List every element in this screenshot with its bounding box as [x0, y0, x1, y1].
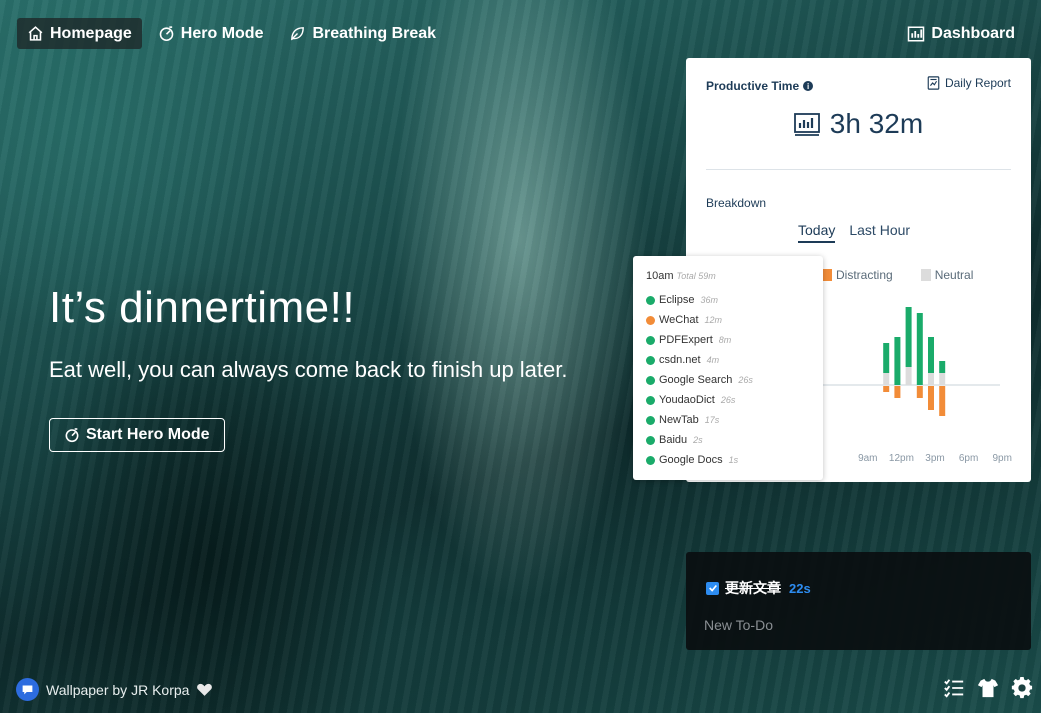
tooltip-row: WeChat 12m [646, 310, 753, 330]
distracting-bar[interactable] [928, 386, 934, 410]
app-duration: 1s [728, 455, 739, 465]
start-hero-mode-label: Start Hero Mode [86, 426, 210, 443]
home-icon [28, 26, 43, 41]
category-dot [646, 455, 655, 465]
heart-icon[interactable] [196, 681, 213, 698]
nav-label: Breathing Break [312, 24, 437, 42]
nav-breathing-break[interactable]: Breathing Break [279, 18, 446, 49]
dashboard-label: Dashboard [931, 24, 1015, 42]
app-duration: 17s [704, 415, 720, 425]
todo-time: 22s [789, 580, 811, 596]
todo-text: 更新文章 [725, 580, 781, 596]
credit-text[interactable]: Wallpaper by JR Korpa [46, 682, 189, 698]
x-tick-label: 6pm [959, 453, 978, 464]
productive-bar[interactable] [894, 337, 901, 385]
theme-shirt-icon[interactable] [977, 677, 999, 699]
tooltip-row: csdn.net 4m [646, 350, 753, 370]
app-duration: 12m [704, 315, 723, 325]
bottom-toolbar [943, 677, 1033, 699]
dashboard-button[interactable]: Dashboard [907, 18, 1015, 49]
neutral-bar[interactable] [928, 373, 934, 385]
distracting-bar[interactable] [939, 386, 946, 416]
app-name: Google Search [659, 374, 733, 386]
category-dot [646, 395, 655, 405]
app-name: NewTab [659, 414, 699, 426]
speech-bubble-icon [22, 685, 33, 695]
productive-bar[interactable] [928, 337, 934, 373]
app-name: Baidu [659, 434, 688, 446]
todo-list-icon[interactable] [943, 677, 965, 699]
nav-label: Homepage [50, 24, 132, 42]
timer-icon [65, 428, 79, 443]
x-tick-label: 9pm [992, 453, 1011, 464]
app-name: Google Docs [659, 454, 723, 466]
app-name: WeChat [659, 314, 699, 326]
app-duration: 2s [693, 435, 703, 445]
tooltip-row: NewTab 17s [646, 410, 753, 430]
chat-icon[interactable] [16, 678, 39, 701]
category-dot [646, 335, 655, 345]
tooltip-row: Google Docs 1s [646, 450, 753, 470]
tooltip-total: Total 59m [676, 271, 716, 281]
tooltip-row: Baidu 2s [646, 430, 753, 450]
check-icon [708, 584, 717, 592]
category-dot [646, 435, 655, 445]
productive-bar[interactable] [939, 361, 946, 373]
distracting-bar[interactable] [883, 386, 890, 392]
tooltip-row: PDFExpert 8m [646, 330, 753, 350]
tooltip-header: 10am Total 59m [646, 270, 716, 282]
app-duration: 26s [738, 375, 753, 385]
app-name: csdn.net [659, 354, 701, 366]
settings-gear-icon[interactable] [1011, 677, 1033, 699]
productive-bar[interactable] [905, 307, 912, 367]
todo-panel: 更新文章 22s New To-Do [686, 552, 1031, 650]
category-dot [646, 355, 655, 365]
app-duration: 4m [706, 355, 720, 365]
timer-icon [159, 26, 174, 42]
tooltip-row: Google Search 26s [646, 370, 753, 390]
x-tick-label: 9am [858, 453, 877, 464]
app-duration: 26s [720, 395, 736, 405]
neutral-bar[interactable] [939, 373, 946, 385]
app-name: Eclipse [659, 294, 695, 306]
x-tick-label: 12pm [889, 453, 914, 464]
hour-tooltip: 10am Total 59m Eclipse 36m WeChat 12m PDFExpe… [633, 256, 823, 480]
todo-item[interactable]: 更新文章 22s [706, 578, 811, 598]
x-tick-label: 3pm [925, 453, 944, 464]
app-duration: 8m [718, 335, 732, 345]
app-duration: 36m [700, 295, 718, 305]
distracting-bar[interactable] [894, 386, 901, 398]
productive-bar[interactable] [883, 343, 890, 373]
app-name: PDFExpert [659, 334, 713, 346]
start-hero-mode-button[interactable]: Start Hero Mode [49, 418, 225, 452]
leaf-icon [291, 27, 305, 41]
bar-chart-icon [908, 26, 925, 41]
tooltip-row: YoudaoDict 26s [646, 390, 753, 410]
category-dot [646, 315, 655, 325]
category-dot [646, 415, 655, 425]
tooltip-row: Eclipse 36m [646, 290, 753, 310]
checkbox[interactable] [706, 581, 719, 595]
category-dot [646, 375, 655, 385]
new-todo-input[interactable]: New To-Do [704, 617, 773, 633]
neutral-bar[interactable] [905, 367, 912, 385]
wallpaper-credit: Wallpaper by JR Korpa [16, 678, 213, 701]
distracting-bar[interactable] [916, 386, 923, 398]
tooltip-hour: 10am [646, 270, 674, 282]
category-dot [646, 295, 655, 305]
nav-hero-mode[interactable]: Hero Mode [148, 18, 274, 49]
hero-title: It’s dinnertime!! [49, 283, 356, 332]
top-nav: Homepage Hero Mode Breathing Break [17, 18, 446, 49]
hero-subtitle: Eat well, you can always come back to fi… [49, 357, 568, 382]
productive-bar[interactable] [916, 313, 923, 385]
tooltip-list: Eclipse 36m WeChat 12m PDFExpert 8m csdn.net 4m… [646, 290, 753, 470]
nav-label: Hero Mode [180, 24, 264, 42]
nav-homepage[interactable]: Homepage [17, 18, 142, 49]
app-name: YoudaoDict [659, 394, 715, 406]
neutral-bar[interactable] [883, 373, 890, 385]
